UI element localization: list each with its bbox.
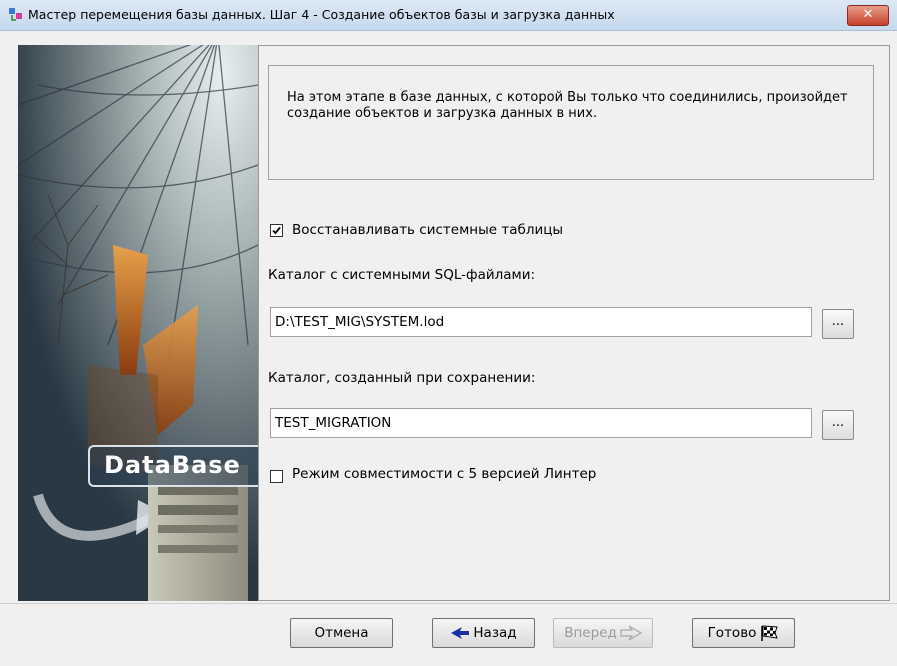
sql-catalog-input[interactable]: D:\TEST_MIG\SYSTEM.lod <box>270 307 812 337</box>
arrow-left-icon <box>451 627 470 639</box>
wizard-window: Мастер перемещения базы данных. Шаг 4 - … <box>0 0 897 666</box>
back-button[interactable]: Назад <box>432 618 535 648</box>
sql-catalog-browse-button[interactable]: ... <box>822 309 854 339</box>
saved-catalog-label: Каталог, созданный при сохранении: <box>268 370 536 386</box>
restore-tables-checkbox[interactable] <box>270 224 283 237</box>
close-icon: ✕ <box>862 7 874 22</box>
checkmark-icon <box>272 226 281 235</box>
checkered-flag-icon <box>761 625 779 641</box>
wizard-side-image: DataBase <box>18 45 258 601</box>
title-bar: Мастер перемещения базы данных. Шаг 4 - … <box>0 0 897 31</box>
arrow-right-icon <box>620 625 642 641</box>
info-text: На этом этапе в базе данных, с которой В… <box>287 90 848 121</box>
window-title: Мастер перемещения базы данных. Шаг 4 - … <box>28 7 615 22</box>
saved-catalog-input[interactable]: TEST_MIGRATION <box>270 408 812 438</box>
next-button[interactable]: Вперед <box>553 618 653 648</box>
cancel-label: Отмена <box>314 625 369 641</box>
app-icon <box>9 8 22 21</box>
next-label: Вперед <box>564 625 617 641</box>
back-label: Назад <box>473 625 517 641</box>
sql-catalog-label: Каталог с системными SQL-файлами: <box>268 267 536 283</box>
compat-mode-checkbox[interactable] <box>270 470 283 483</box>
cancel-button[interactable]: Отмена <box>290 618 393 648</box>
saved-catalog-browse-button[interactable]: ... <box>822 410 854 440</box>
database-illustration <box>18 45 258 601</box>
finish-label: Готово <box>707 625 757 641</box>
browse-dots-icon: ... <box>831 314 845 329</box>
close-button[interactable]: ✕ <box>847 5 889 26</box>
compat-mode-label: Режим совместимости с 5 версией Линтер <box>292 466 597 482</box>
browse-dots-icon: ... <box>831 415 845 430</box>
bottom-separator <box>0 603 897 604</box>
database-logo: DataBase <box>88 445 258 487</box>
finish-button[interactable]: Готово <box>692 618 795 648</box>
logo-text: DataBase <box>104 451 241 479</box>
restore-tables-label: Восстанавливать системные таблицы <box>292 222 564 238</box>
info-box: На этом этапе в базе данных, с которой В… <box>268 65 874 180</box>
